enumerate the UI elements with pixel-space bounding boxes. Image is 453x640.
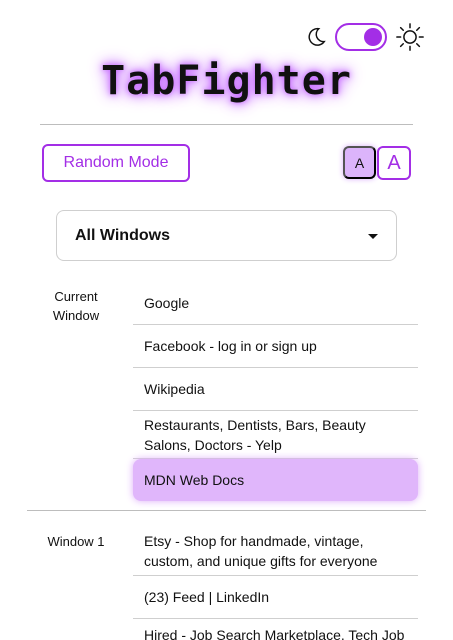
tab-item[interactable]: Google bbox=[133, 282, 418, 325]
tab-title: Etsy - Shop for handmade, vintage, custo… bbox=[144, 532, 378, 569]
tab-item-active[interactable]: MDN Web Docs bbox=[133, 459, 418, 501]
window-select-value: All Windows bbox=[75, 226, 170, 244]
font-size-large-button[interactable]: A bbox=[377, 146, 411, 180]
group-divider bbox=[27, 510, 426, 511]
tab-item[interactable]: Hired - Job Search Marketplace. Tech Job bbox=[133, 619, 418, 640]
group-label-current-window: Current Window bbox=[52, 289, 100, 323]
tab-title: Facebook - log in or sign up bbox=[144, 338, 317, 354]
group-label-window-1: Window 1 bbox=[47, 534, 105, 549]
app-title: TabFighter bbox=[101, 58, 352, 104]
tab-title: Google bbox=[144, 295, 190, 311]
tab-item[interactable]: (23) Feed | LinkedIn bbox=[133, 576, 418, 619]
tab-item[interactable]: Etsy - Shop for handmade, vintage, custo… bbox=[133, 526, 418, 576]
tab-item[interactable]: Facebook - log in or sign up bbox=[133, 325, 418, 368]
divider bbox=[40, 124, 413, 125]
tab-title: Wikipedia bbox=[144, 381, 205, 397]
chevron-down-icon bbox=[368, 234, 378, 239]
moon-icon bbox=[308, 27, 326, 46]
tab-item[interactable]: Restaurants, Dentists, Bars, Beauty Salo… bbox=[133, 411, 418, 459]
window-select[interactable]: All Windows bbox=[56, 210, 397, 261]
font-size-small-button[interactable]: A bbox=[343, 146, 376, 179]
tab-title: Hired - Job Search Marketplace. Tech Job bbox=[144, 627, 405, 640]
sun-icon bbox=[396, 23, 424, 51]
theme-toggle[interactable] bbox=[335, 23, 387, 51]
tab-title: MDN Web Docs bbox=[144, 472, 245, 488]
tab-title: Restaurants, Dentists, Bars, Beauty Salo… bbox=[144, 416, 366, 453]
random-mode-button[interactable]: Random Mode bbox=[42, 144, 190, 182]
toggle-knob bbox=[364, 28, 382, 46]
tab-item[interactable]: Wikipedia bbox=[133, 368, 418, 411]
theme-toggle-bar bbox=[305, 22, 425, 52]
tab-title: (23) Feed | LinkedIn bbox=[144, 589, 270, 605]
